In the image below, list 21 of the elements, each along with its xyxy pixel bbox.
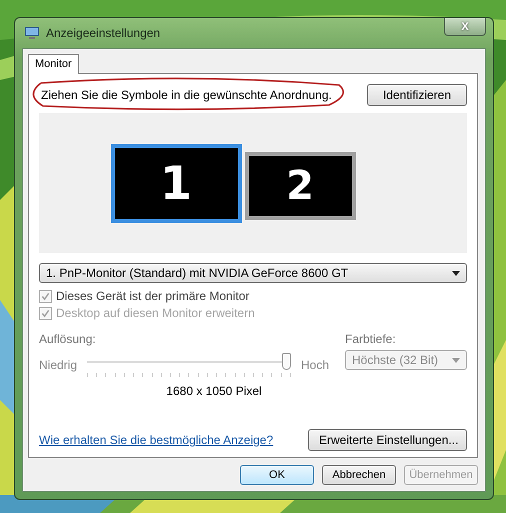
advanced-settings-button[interactable]: Erweiterte Einstellungen... [308, 429, 467, 451]
dropdown-arrow-icon [452, 270, 460, 276]
dialog-button[interactable]: Abbrechen [322, 465, 396, 485]
instruction-text: Ziehen Sie die Symbole in die gewünschte Anordnung. [40, 88, 332, 102]
resolution-label: Auflösung: [39, 332, 97, 346]
tab[interactable]: Monitor [28, 54, 79, 74]
high-label: Hoch [300, 358, 329, 372]
window-title: Anzeigeeinstellungen [46, 26, 160, 40]
color-depth-label: Farbtiefe: [345, 332, 397, 346]
dropdown-arrow-icon [452, 358, 460, 362]
dialog-button[interactable]: OK [240, 465, 314, 485]
low-label: Niedrig [39, 358, 78, 372]
slider-track[interactable] [87, 352, 291, 378]
checkbox[interactable]: Dieses Gerät ist der primäre Monitor [39, 289, 467, 303]
monitor-tile[interactable]: 1 [110, 144, 242, 222]
monitor-icon [24, 25, 40, 41]
monitor-tile[interactable]: 2 [244, 152, 356, 220]
identify-button[interactable]: Identifizieren [367, 84, 467, 106]
display-dropdown[interactable]: 1. PnP-Monitor (Standard) mit NVIDIA GeForce 8600 GT [39, 263, 467, 283]
help-link[interactable]: Wie erhalten Sie die bestmögliche Anzeige? [39, 433, 274, 447]
resolution-value: 1680 x 1050 Pixel [166, 384, 262, 398]
